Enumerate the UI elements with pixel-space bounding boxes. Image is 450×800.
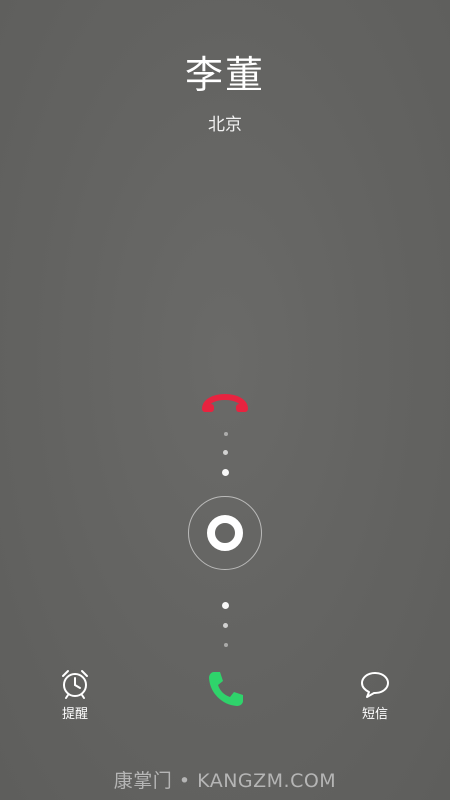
message-label: 短信 — [361, 707, 388, 722]
slide-hint-dot — [222, 469, 229, 476]
slide-hint-dot — [223, 450, 228, 455]
answer-slider-knob[interactable] — [207, 515, 243, 551]
message-button[interactable]: 短信 — [340, 668, 410, 722]
remind-button[interactable]: 提醒 — [40, 668, 110, 722]
slide-hint-dot — [224, 643, 228, 647]
decline-call-icon[interactable] — [201, 387, 249, 415]
alarm-clock-icon — [59, 668, 91, 700]
caller-location: 北京 — [208, 115, 242, 135]
accept-call-icon[interactable] — [205, 668, 247, 710]
incoming-call-screen: 李董 北京 提醒 短信 康掌门 • KANGZM.COM — [0, 0, 450, 800]
slide-hint-dot — [224, 432, 228, 436]
remind-label: 提醒 — [61, 707, 88, 722]
caller-name: 李董 — [184, 53, 265, 97]
speech-bubble-icon — [359, 668, 391, 700]
slide-hint-dot — [223, 623, 228, 628]
watermark: 康掌门 • KANGZM.COM — [113, 770, 337, 792]
slide-hint-dot — [222, 602, 229, 609]
